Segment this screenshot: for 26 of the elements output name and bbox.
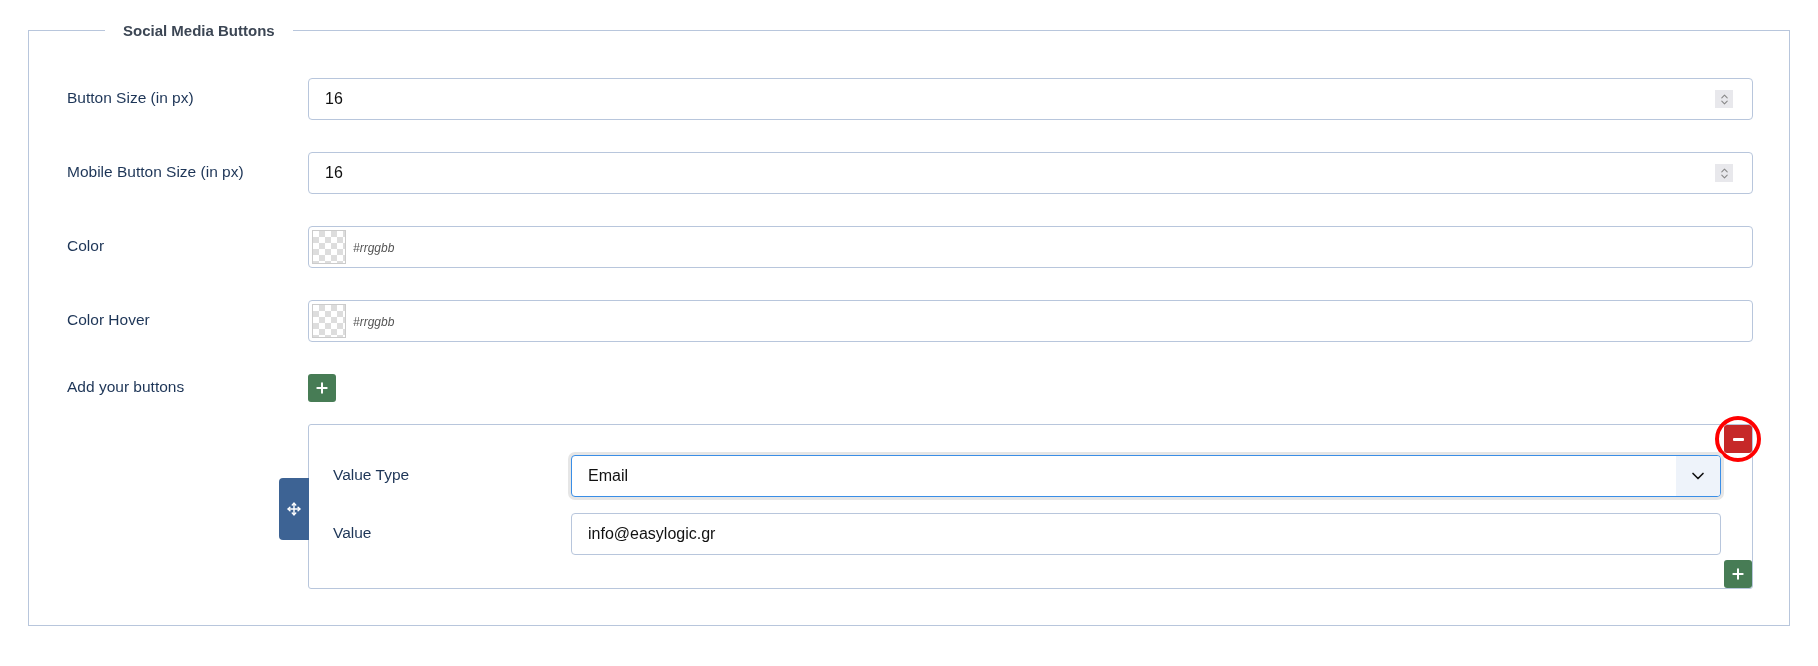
field-label: Button Size (in px) <box>67 88 194 107</box>
field-label: Color Hover <box>67 310 150 329</box>
fieldset-legend: Social Media Buttons <box>105 22 293 39</box>
field-label: Mobile Button Size (in px) <box>67 162 244 181</box>
drag-handle[interactable] <box>279 478 309 540</box>
color-swatch-icon[interactable] <box>312 230 346 264</box>
select-field[interactable]: Email <box>571 455 1721 497</box>
number-field[interactable]: 16 <box>308 78 1753 120</box>
text-field[interactable]: info@easylogic.gr <box>571 513 1721 555</box>
field-label: Value Type <box>333 465 410 485</box>
field-label: Add your buttons <box>67 377 185 396</box>
add-button[interactable] <box>308 374 336 402</box>
field-label: Value <box>333 523 372 543</box>
plus-icon <box>1730 566 1746 582</box>
field-label: Color <box>67 236 105 255</box>
spinner-icon[interactable] <box>1715 90 1733 108</box>
spinner-icon[interactable] <box>1715 164 1733 182</box>
number-field[interactable]: 16 <box>308 152 1753 194</box>
move-icon <box>287 502 301 516</box>
remove-button[interactable] <box>1724 425 1752 453</box>
color-field[interactable]: #rrggbb <box>308 300 1753 342</box>
plus-icon <box>314 380 330 396</box>
color-field[interactable]: #rrggbb <box>308 226 1753 268</box>
add-button[interactable] <box>1724 560 1752 588</box>
minus-icon <box>1732 437 1744 441</box>
color-swatch-icon[interactable] <box>312 304 346 338</box>
